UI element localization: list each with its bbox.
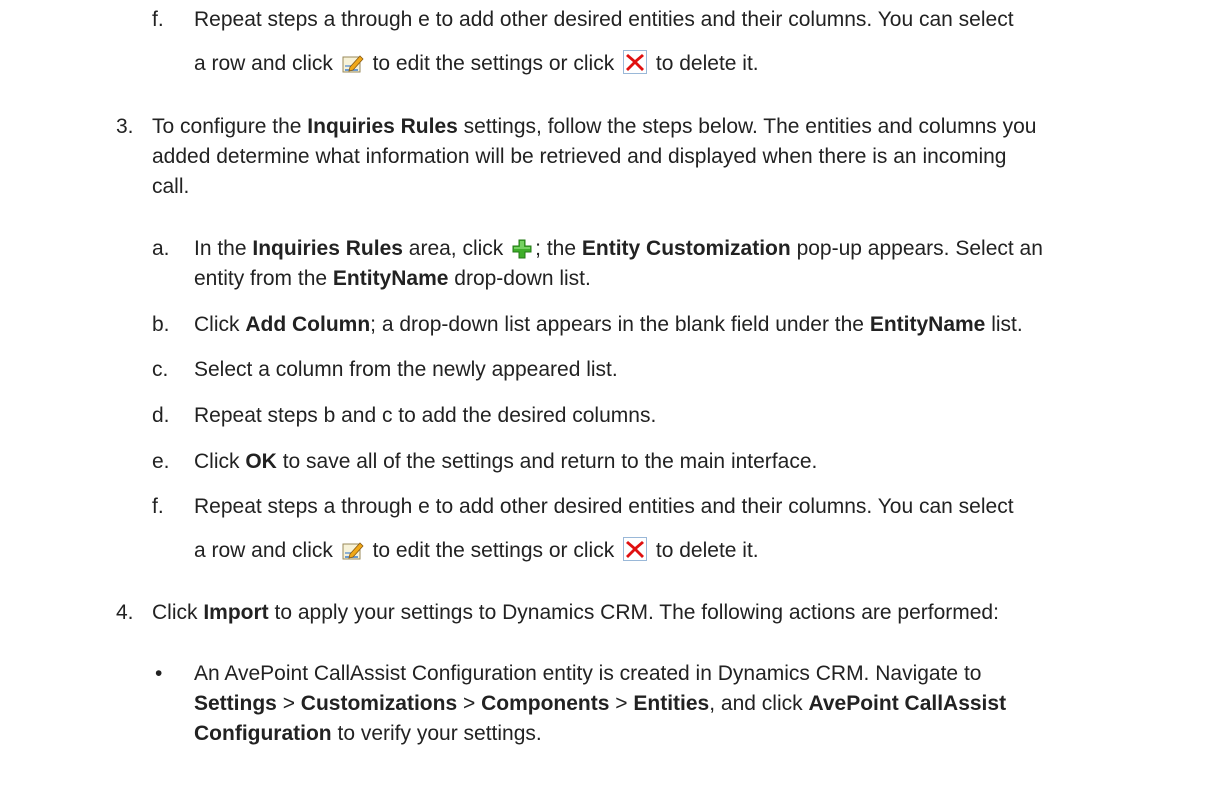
bold-text: OK (245, 450, 277, 473)
paragraph-line: Repeat steps a through e to add other de… (194, 493, 1014, 521)
text-span: entity from the (194, 267, 328, 290)
paragraph-line: entity from the EntityName drop-down lis… (194, 265, 591, 293)
text-span: list. (991, 313, 1023, 336)
bold-text: Import (203, 601, 269, 624)
text-span: to delete it. (655, 52, 759, 75)
bold-text: AvePoint CallAssist (808, 692, 1007, 715)
text-span: Repeat steps a through e to add other de… (194, 8, 1014, 31)
list-marker: c. (152, 358, 169, 381)
edit-icon (342, 54, 364, 74)
list-marker: a. (152, 237, 170, 260)
text-span: > (282, 692, 295, 715)
add-icon (512, 239, 532, 259)
bold-text: Inquiries Rules (252, 237, 403, 260)
paragraph-line: call. (152, 173, 189, 201)
text-span: a row and click (194, 52, 333, 75)
text-span: to verify your settings. (337, 722, 542, 745)
bold-text: Components (481, 692, 610, 715)
text-span: to apply your settings to Dynamics CRM. … (274, 601, 999, 624)
text-span: , and click (709, 692, 803, 715)
list-marker: 3. (116, 115, 134, 138)
paragraph-line: To configure the Inquiries Rules setting… (152, 113, 1036, 141)
text-span: call. (152, 175, 190, 198)
bold-text: Entity Customization (581, 237, 791, 260)
list-marker: d. (152, 404, 170, 427)
list-marker: f. (152, 495, 164, 518)
paragraph-line: An AvePoint CallAssist Configuration ent… (194, 660, 981, 688)
text-span: to edit the settings or click (372, 52, 615, 75)
paragraph-line: a row and click to edit the settings or … (194, 50, 759, 78)
paragraph-line: In the Inquiries Rules area, click ; the… (194, 235, 1043, 263)
text-span: Repeat steps a through e to add other de… (194, 495, 1014, 518)
paragraph-line: Configuration to verify your settings. (194, 720, 542, 748)
text-span: To configure the (152, 115, 302, 138)
bold-text: Add Column (245, 313, 371, 336)
delete-icon (623, 50, 648, 74)
text-span: pop-up appears. Select an (796, 237, 1043, 260)
paragraph-line: a row and click to edit the settings or … (194, 537, 759, 565)
text-span: added determine what information will be… (152, 145, 1007, 168)
text-span: Repeat steps b and c to add the desired … (194, 404, 657, 427)
text-span: ; a drop-down list appears in the blank … (370, 313, 864, 336)
text-span: drop-down list. (454, 267, 591, 290)
text-span: Click (194, 313, 240, 336)
bold-text: Configuration (194, 722, 332, 745)
paragraph-line: Click Import to apply your settings to D… (152, 599, 999, 627)
text-span: > (462, 692, 476, 715)
paragraph-line: Click OK to save all of the settings and… (194, 448, 817, 476)
paragraph-line: Click Add Column; a drop-down list appea… (194, 311, 1023, 339)
list-marker: f. (152, 8, 164, 31)
text-span: to save all of the settings and return t… (282, 450, 818, 473)
text-span: In the (194, 237, 247, 260)
paragraph-line: Repeat steps b and c to add the desired … (194, 402, 656, 430)
text-span: to delete it. (655, 539, 759, 562)
bold-text: Settings (194, 692, 277, 715)
bold-text: Customizations (300, 692, 458, 715)
list-marker: e. (152, 450, 170, 473)
bullet-marker: • (155, 662, 163, 685)
bold-text: Inquiries Rules (307, 115, 458, 138)
text-span: Select a column from the newly appeared … (194, 358, 618, 381)
text-span: Click (194, 450, 240, 473)
text-span: settings, follow the steps below. The en… (463, 115, 1037, 138)
text-span: a row and click (194, 539, 333, 562)
text-span: to edit the settings or click (372, 539, 615, 562)
paragraph-line: added determine what information will be… (152, 143, 1007, 171)
edit-icon (342, 541, 364, 561)
bold-text: Entities (633, 692, 710, 715)
text-span: > (615, 692, 628, 715)
text-span: Click (152, 601, 198, 624)
paragraph-line: Select a column from the newly appeared … (194, 356, 618, 384)
delete-icon (623, 537, 648, 561)
text-span: An AvePoint CallAssist Configuration ent… (194, 662, 982, 685)
list-marker: 4. (116, 601, 134, 624)
bold-text: EntityName (332, 267, 449, 290)
paragraph-line: Repeat steps a through e to add other de… (194, 6, 1014, 34)
document-page: f. Repeat steps a through e to add other… (0, 0, 1215, 807)
text-span: ; the (535, 237, 577, 260)
list-marker: b. (152, 313, 170, 336)
bold-text: EntityName (869, 313, 986, 336)
paragraph-line: Settings > Customizations > Components >… (194, 690, 1006, 718)
text-span: area, click (408, 237, 504, 260)
